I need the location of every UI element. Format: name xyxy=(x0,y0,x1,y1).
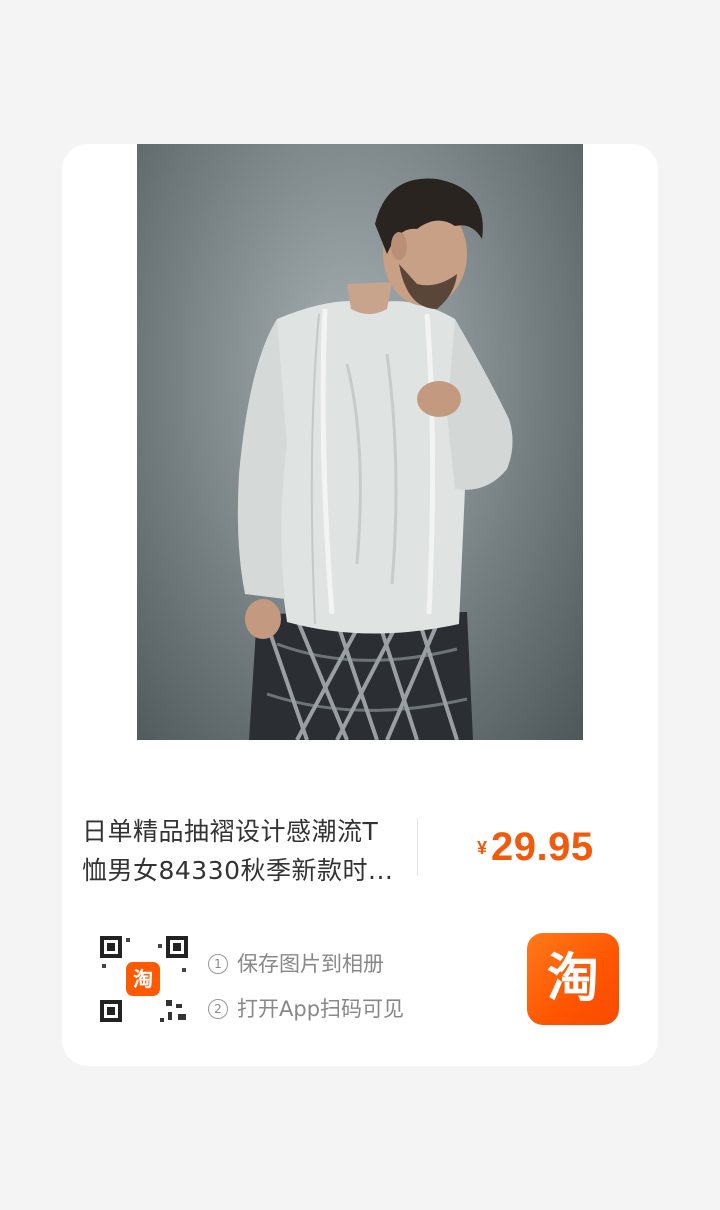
qr-center-logo-text: 淘 xyxy=(133,967,153,991)
price-amount: 29.95 xyxy=(491,825,594,869)
product-title[interactable]: 日单精品抽褶设计感潮流T 恤男女84330秋季新款时... xyxy=(82,812,402,890)
taobao-logo-text: 淘 xyxy=(546,949,599,1009)
title-price-divider xyxy=(417,818,418,876)
taobao-app-icon[interactable]: 淘 xyxy=(527,933,619,1025)
step-open-app: 2 打开App扫码可见 xyxy=(208,986,404,1031)
step-1-label: 保存图片到相册 xyxy=(237,951,384,976)
product-title-line-1: 日单精品抽褶设计感潮流T xyxy=(82,817,379,846)
price-currency: ¥ xyxy=(477,838,488,858)
step-1-number-icon: 1 xyxy=(208,953,228,974)
qr-code-icon[interactable]: 淘 xyxy=(98,934,190,1026)
product-title-line-2: 恤男女84330秋季新款时... xyxy=(82,856,394,885)
share-poster-page: 日单精品抽褶设计感潮流T 恤男女84330秋季新款时... ¥29.95 淘 1… xyxy=(0,0,720,1210)
product-share-card: 日单精品抽褶设计感潮流T 恤男女84330秋季新款时... ¥29.95 淘 1… xyxy=(62,144,658,1066)
step-2-number-icon: 2 xyxy=(208,998,228,1019)
step-2-label: 打开App扫码可见 xyxy=(237,996,405,1021)
product-price: ¥29.95 xyxy=(477,825,594,870)
share-instructions: 1 保存图片到相册 2 打开App扫码可见 xyxy=(208,941,404,1031)
step-save-image: 1 保存图片到相册 xyxy=(208,941,404,986)
product-photo xyxy=(137,144,583,740)
